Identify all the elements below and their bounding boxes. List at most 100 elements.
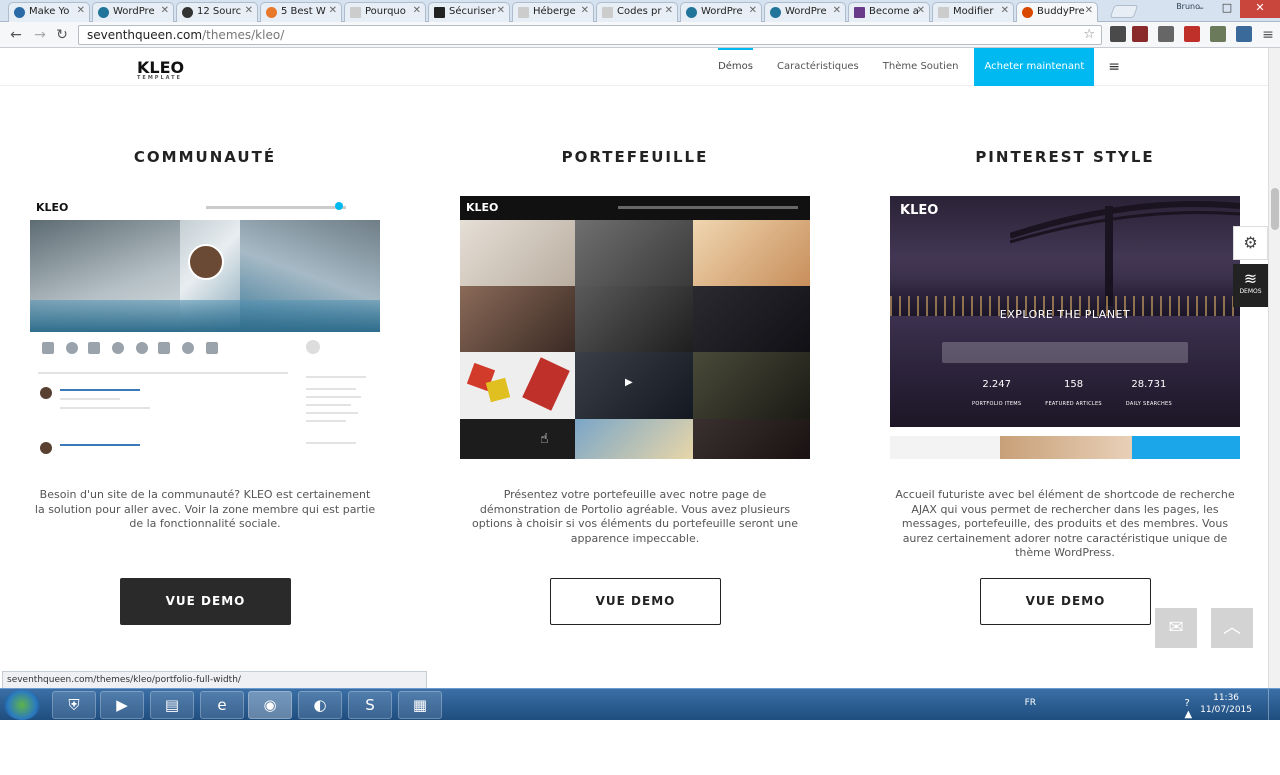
chrome-menu-icon[interactable]: ≡ bbox=[1258, 25, 1278, 45]
extension-icon[interactable] bbox=[1210, 26, 1226, 42]
layers-icon: ≋ bbox=[1243, 269, 1258, 288]
video-item: ▶ bbox=[575, 352, 693, 419]
wordpress-icon bbox=[770, 7, 781, 18]
close-icon[interactable]: ✕ bbox=[917, 5, 925, 16]
demo-title: PINTEREST STYLE bbox=[975, 148, 1155, 166]
avatar bbox=[40, 387, 52, 399]
close-icon[interactable]: ✕ bbox=[77, 5, 85, 16]
start-button[interactable] bbox=[4, 690, 40, 720]
close-icon[interactable]: ✕ bbox=[161, 5, 169, 16]
windows-taskbar: ⛨ ▶ ▤ e ◉ ◐ S ▦ FR ? ▲ ▣ ▣ ⚙ ▮ ♪ 11:36 11… bbox=[0, 688, 1280, 775]
wordpress-icon bbox=[686, 7, 697, 18]
network-app-icon[interactable]: ▦ bbox=[398, 691, 442, 719]
browser-tab[interactable]: 12 Sourc ✕ bbox=[176, 2, 258, 22]
view-demo-button[interactable]: VUE DEMO bbox=[120, 578, 291, 625]
close-icon[interactable]: ✕ bbox=[665, 5, 673, 16]
view-demo-button[interactable]: VUE DEMO bbox=[980, 578, 1151, 625]
browser-tab[interactable]: Become a ✕ bbox=[848, 2, 930, 22]
reload-icon[interactable]: ↻ bbox=[52, 25, 72, 45]
close-icon[interactable]: ✕ bbox=[1085, 5, 1093, 16]
maximize-icon[interactable]: □ bbox=[1214, 0, 1240, 18]
tab-favicon-icon bbox=[854, 7, 865, 18]
show-desktop-button[interactable] bbox=[1268, 689, 1280, 721]
close-icon[interactable]: ✕ bbox=[1001, 5, 1009, 16]
window-close-icon[interactable]: ✕ bbox=[1240, 0, 1280, 18]
close-icon[interactable]: ✕ bbox=[245, 5, 253, 16]
site-logo[interactable]: KLEO TEMPLATE bbox=[137, 58, 184, 81]
settings-gear-icon[interactable]: ⚙ bbox=[1233, 226, 1268, 260]
browser-tab[interactable]: Modifier ✕ bbox=[932, 2, 1014, 22]
bookmark-star-icon[interactable]: ☆ bbox=[1083, 26, 1095, 44]
tab-favicon-icon bbox=[434, 7, 445, 18]
portfolio-item bbox=[1000, 436, 1132, 459]
video-item: ☝ bbox=[460, 419, 575, 459]
browser-tab[interactable]: WordPre ✕ bbox=[680, 2, 762, 22]
demo-screenshot-community[interactable]: KLEO bbox=[30, 196, 380, 459]
media-player-icon[interactable]: ▶ bbox=[100, 691, 144, 719]
close-icon[interactable]: ✕ bbox=[413, 5, 421, 16]
portfolio-item bbox=[693, 352, 810, 419]
mail-icon[interactable]: ✉ bbox=[1155, 608, 1197, 648]
buy-now-button[interactable]: Acheter maintenant bbox=[974, 48, 1095, 86]
demos-panel-button[interactable]: ≋ DEMOS bbox=[1233, 264, 1268, 307]
browser-tab-bar: Make Yo ✕ WordPre ✕ 12 Sourc ✕ 5 Best W ✕ Po… bbox=[0, 0, 1280, 22]
demo-screenshot-portfolio[interactable]: KLEO ▶ ☝ bbox=[460, 196, 810, 459]
browser-tab[interactable]: Codes pr ✕ bbox=[596, 2, 678, 22]
demo-community: COMMUNAUTÉ KLEO Besoin d'un site de la c… bbox=[30, 148, 380, 625]
close-icon[interactable]: ✕ bbox=[581, 5, 589, 16]
portfolio-item bbox=[693, 419, 810, 459]
demo-description: Besoin d'un site de la communauté? KLEO … bbox=[34, 488, 376, 530]
internet-explorer-icon[interactable]: e bbox=[200, 691, 244, 719]
folder-icon[interactable]: ▤ bbox=[150, 691, 194, 719]
menu-item-demos[interactable]: Démos bbox=[718, 48, 753, 86]
close-icon[interactable]: ✕ bbox=[749, 5, 757, 16]
portfolio-item bbox=[460, 220, 575, 286]
portfolio-item bbox=[890, 436, 1000, 459]
address-bar[interactable]: seventhqueen.com/themes/kleo/ ☆ bbox=[78, 25, 1102, 45]
extension-icon[interactable] bbox=[1110, 26, 1126, 42]
firefox-icon[interactable]: ◐ bbox=[298, 691, 342, 719]
stat: 158 FEATURED ARTICLES bbox=[1045, 379, 1102, 407]
browser-tab-active[interactable]: BuddyPre ✕ bbox=[1016, 2, 1098, 22]
chrome-icon[interactable]: ◉ bbox=[248, 691, 292, 719]
language-indicator[interactable]: FR bbox=[1025, 698, 1036, 708]
scrollbar-thumb[interactable] bbox=[1271, 188, 1279, 230]
play-icon: ▶ bbox=[625, 377, 633, 388]
browser-tab[interactable]: Sécuriser ✕ bbox=[428, 2, 510, 22]
extension-icon[interactable] bbox=[1184, 26, 1200, 42]
download-icon[interactable] bbox=[1158, 26, 1174, 42]
shield-icon[interactable]: ⛨ bbox=[52, 691, 96, 719]
extension-icon[interactable] bbox=[1132, 26, 1148, 42]
view-demo-button[interactable]: VUE DEMO bbox=[550, 578, 721, 625]
buddypress-icon bbox=[1022, 7, 1033, 18]
browser-tab[interactable]: 5 Best W ✕ bbox=[260, 2, 342, 22]
new-tab-button[interactable] bbox=[1109, 5, 1139, 18]
close-icon[interactable]: ✕ bbox=[497, 5, 505, 16]
status-bar-url: seventhqueen.com/themes/kleo/portfolio-f… bbox=[2, 671, 427, 689]
skype-icon[interactable]: S bbox=[348, 691, 392, 719]
close-icon[interactable]: ✕ bbox=[329, 5, 337, 16]
clock[interactable]: 11:36 11/07/2015 bbox=[1200, 692, 1252, 716]
hamburger-menu-icon[interactable]: ≡ bbox=[1108, 48, 1120, 86]
browser-tab[interactable]: Héberge ✕ bbox=[512, 2, 594, 22]
browser-tab[interactable]: Make Yo ✕ bbox=[8, 2, 90, 22]
browser-tab[interactable]: Pourquo ✕ bbox=[344, 2, 426, 22]
close-icon[interactable]: ✕ bbox=[833, 5, 841, 16]
avatar bbox=[40, 442, 52, 454]
browser-tab[interactable]: WordPre ✕ bbox=[764, 2, 846, 22]
demo-screenshot-pinterest[interactable]: KLEO EXPLORE THE PLANET 2.247 PORTFOLIO I… bbox=[890, 196, 1240, 459]
scroll-top-icon[interactable]: ︿ bbox=[1211, 608, 1253, 648]
menu-item-features[interactable]: Caractéristiques bbox=[777, 48, 859, 86]
forward-arrow-icon[interactable]: → bbox=[30, 25, 50, 45]
site-header: KLEO TEMPLATE Démos Caractéristiques Thèm… bbox=[0, 48, 1268, 86]
document-icon bbox=[602, 7, 613, 18]
browser-tab[interactable]: WordPre ✕ bbox=[92, 2, 174, 22]
settings-icon bbox=[206, 342, 218, 354]
page-scrollbar[interactable] bbox=[1268, 48, 1280, 688]
tray-icons[interactable]: ? ▲ ▣ ▣ ⚙ ▮ ♪ bbox=[1185, 698, 1198, 775]
menu-item-support[interactable]: Thème Soutien bbox=[883, 48, 959, 86]
minimize-icon[interactable]: – bbox=[1188, 0, 1214, 18]
back-arrow-icon[interactable]: ← bbox=[6, 25, 26, 45]
portfolio-grid: ▶ ☝ bbox=[460, 220, 810, 459]
extension-icon[interactable] bbox=[1236, 26, 1252, 42]
